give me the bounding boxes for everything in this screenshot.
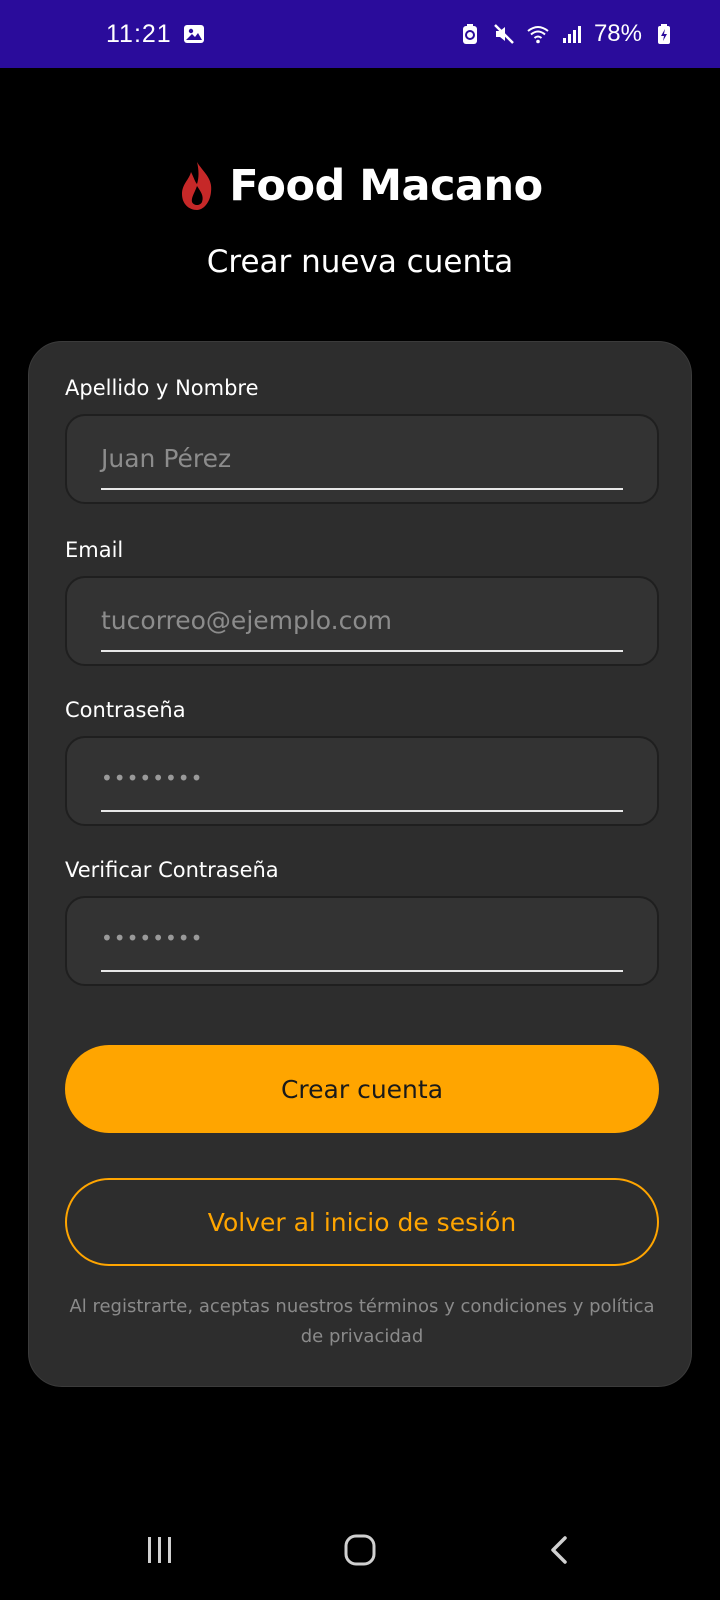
confirm-password-field[interactable]: •••••••• [65, 896, 659, 986]
password-field[interactable]: •••••••• [65, 736, 659, 826]
mute-icon [492, 22, 516, 46]
page-title: Crear nueva cuenta [206, 244, 514, 280]
back-to-login-button[interactable]: Volver al inicio de sesión [65, 1178, 659, 1266]
name-field[interactable]: Juan Pérez [65, 414, 659, 504]
signal-icon [560, 22, 584, 46]
register-card: Apellido y Nombre Juan Pérez Email tucor… [28, 341, 692, 1387]
wifi-icon [526, 22, 550, 46]
terms-text: Al registrarte, aceptas nuestros término… [69, 1296, 655, 1347]
confirm-password-label: Verificar Contraseña [65, 858, 279, 882]
status-bar: 11:21 78% [0, 0, 720, 68]
status-right: 78% [458, 20, 676, 48]
name-label: Apellido y Nombre [65, 376, 259, 400]
confirm-password-placeholder: •••••••• [101, 926, 204, 950]
email-field[interactable]: tucorreo@ejemplo.com [65, 576, 659, 666]
brand-header: Food Macano [0, 160, 720, 212]
confirm-password-underline [101, 970, 623, 972]
brand-name: Food Macano [229, 161, 543, 211]
navigation-bar [0, 1500, 720, 1600]
recent-apps-icon[interactable] [130, 1520, 190, 1580]
create-account-button[interactable]: Crear cuenta [65, 1045, 659, 1133]
home-icon[interactable] [330, 1520, 390, 1580]
flame-icon [177, 160, 217, 212]
battery-icon [652, 22, 676, 46]
status-left: 11:21 [106, 20, 206, 49]
email-placeholder: tucorreo@ejemplo.com [101, 606, 393, 635]
email-label: Email [65, 538, 124, 562]
battery-saver-icon [458, 22, 482, 46]
email-underline [101, 650, 623, 652]
name-placeholder: Juan Pérez [101, 444, 232, 473]
password-placeholder: •••••••• [101, 766, 204, 790]
password-label: Contraseña [65, 698, 186, 722]
password-underline [101, 810, 623, 812]
status-time: 11:21 [106, 19, 172, 48]
gallery-icon [182, 22, 206, 46]
name-underline [101, 488, 623, 490]
battery-percent: 78% [593, 20, 642, 47]
back-icon[interactable] [530, 1520, 590, 1580]
